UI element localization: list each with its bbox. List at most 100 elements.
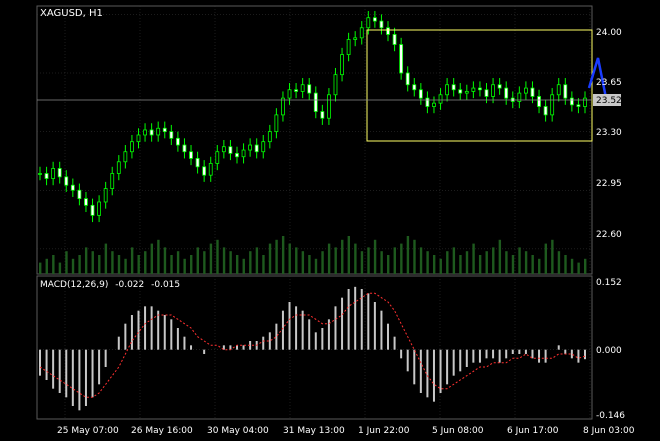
volume-bar bbox=[557, 251, 561, 274]
volume-bar bbox=[393, 247, 396, 274]
macd-scale[interactable]: 0.152 0.000 -0.146 bbox=[596, 278, 625, 421]
time-tick: 31 May 13:00 bbox=[283, 426, 345, 436]
candle-body bbox=[300, 84, 305, 92]
time-axis[interactable]: 25 May 07:00 26 May 16:00 30 May 04:00 3… bbox=[57, 426, 635, 436]
volume-bar bbox=[472, 243, 475, 274]
candle-body bbox=[353, 37, 358, 40]
candle-body bbox=[143, 129, 147, 136]
volume-bar bbox=[505, 251, 508, 274]
volume-bar bbox=[524, 251, 528, 274]
candle-body bbox=[504, 87, 509, 99]
candle-body bbox=[478, 87, 482, 91]
volume-bar bbox=[183, 258, 186, 274]
candle-body bbox=[392, 34, 397, 45]
volume-bar bbox=[432, 255, 436, 274]
candle-body bbox=[51, 168, 56, 179]
candle-body bbox=[445, 84, 450, 96]
volume-bar bbox=[492, 247, 495, 274]
candle-body bbox=[38, 173, 42, 175]
volume-bar bbox=[117, 255, 121, 274]
volume-bar bbox=[39, 262, 42, 274]
volume-bar bbox=[288, 243, 291, 274]
candle-body bbox=[228, 146, 233, 154]
volume-bar bbox=[584, 258, 587, 274]
chart-canvas[interactable]: XAGUSD, H1 MACD(12,26,9) -0.022 -0.015 2… bbox=[0, 0, 660, 441]
volume-bar bbox=[321, 251, 324, 274]
candle-body bbox=[583, 97, 587, 107]
time-tick: 25 May 07:00 bbox=[57, 426, 119, 436]
candle-body bbox=[57, 168, 62, 178]
candle-body bbox=[464, 91, 469, 94]
volume-bar bbox=[170, 255, 173, 274]
volume-bar bbox=[268, 243, 272, 274]
candle-body bbox=[372, 17, 377, 22]
candle-body bbox=[241, 149, 246, 158]
candle-body bbox=[261, 141, 266, 153]
candle-body bbox=[64, 176, 69, 186]
candle-body bbox=[156, 127, 161, 136]
candle-body bbox=[267, 131, 272, 143]
candle-body bbox=[77, 189, 82, 200]
volume-bar bbox=[91, 251, 94, 274]
volume-bar bbox=[341, 239, 344, 274]
candle-body bbox=[366, 17, 371, 29]
volume-bar bbox=[222, 247, 226, 274]
volume-bar bbox=[452, 247, 456, 274]
macd-signal-line bbox=[39, 292, 586, 398]
volume-bar bbox=[275, 239, 278, 274]
candle-body bbox=[386, 27, 390, 35]
candle-body bbox=[556, 84, 561, 96]
candle-body bbox=[333, 74, 338, 96]
candle-body bbox=[425, 97, 430, 107]
volume-bar bbox=[176, 251, 180, 274]
candle-body bbox=[90, 204, 95, 216]
volume-bar bbox=[446, 251, 449, 274]
candle-body bbox=[576, 104, 581, 107]
candle-body bbox=[491, 84, 495, 97]
volume-bar bbox=[518, 247, 521, 274]
trading-chart-window[interactable]: XAGUSD, H1 MACD(12,26,9) -0.022 -0.015 2… bbox=[0, 0, 660, 441]
candle-body bbox=[169, 131, 174, 139]
candle-body bbox=[569, 97, 574, 106]
volume-bar bbox=[58, 262, 62, 274]
volume-bar bbox=[144, 251, 147, 274]
volume-bar bbox=[551, 239, 554, 274]
candle-body bbox=[208, 163, 213, 176]
volume-bar bbox=[84, 247, 88, 274]
macd-pane-frame bbox=[36, 275, 593, 420]
volume-bar bbox=[531, 255, 534, 274]
candle-body bbox=[123, 151, 128, 163]
candle-body bbox=[537, 96, 541, 107]
candle-body bbox=[149, 129, 154, 136]
candle-body bbox=[175, 137, 180, 146]
volume-bar bbox=[235, 255, 239, 274]
candle-body bbox=[346, 39, 351, 55]
volume-bar bbox=[255, 247, 259, 274]
macd-label: MACD(12,26,9) -0.022 -0.015 bbox=[40, 280, 180, 290]
volume-bar bbox=[387, 255, 390, 274]
volume-bar bbox=[498, 239, 502, 274]
candle-body bbox=[221, 146, 226, 153]
candle-body bbox=[110, 173, 115, 189]
volume-bar bbox=[295, 247, 298, 274]
volume-bar bbox=[570, 258, 574, 274]
price-scale[interactable]: 24.00 23.65 23.30 22.95 22.60 bbox=[596, 28, 622, 240]
volume-bar bbox=[301, 251, 305, 274]
price-tick: 24.00 bbox=[596, 28, 622, 38]
candle-body bbox=[484, 89, 489, 97]
candle-body bbox=[432, 102, 436, 107]
volume-bar bbox=[281, 236, 285, 274]
volume-bar bbox=[544, 243, 548, 274]
candle-body bbox=[202, 166, 207, 176]
candle-body bbox=[550, 94, 555, 116]
volume-bar bbox=[137, 255, 140, 274]
time-tick: 30 May 04:00 bbox=[207, 426, 269, 436]
time-tick: 5 Jun 08:00 bbox=[432, 426, 484, 436]
candle-body bbox=[215, 151, 220, 164]
candle-body bbox=[195, 158, 200, 168]
volume-bar bbox=[111, 251, 114, 274]
candle-body bbox=[130, 141, 134, 153]
volume-bar bbox=[485, 251, 488, 274]
time-tick: 8 Jun 03:00 bbox=[583, 426, 635, 436]
volume-bar bbox=[413, 239, 416, 274]
